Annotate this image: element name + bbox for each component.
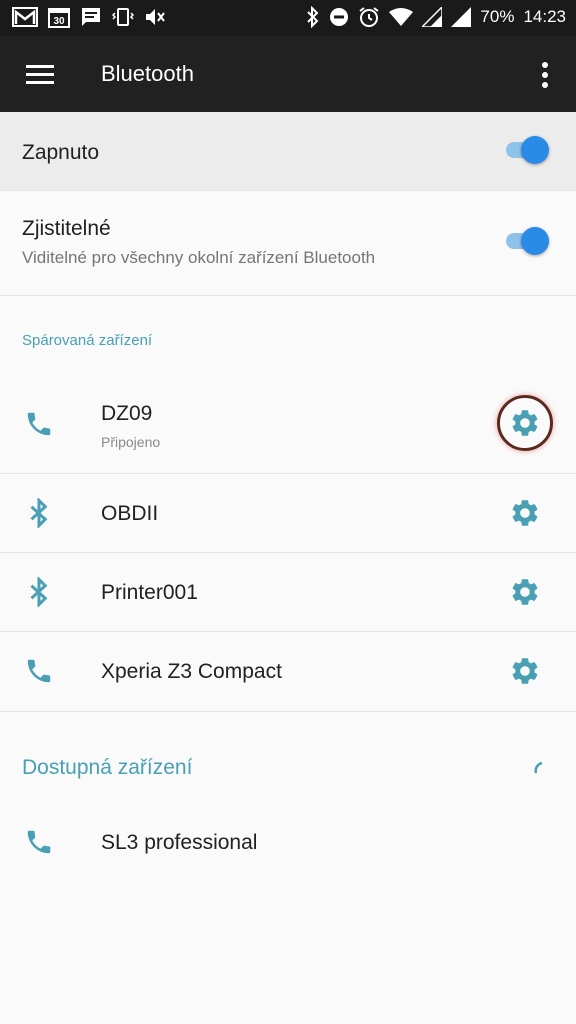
alarm-icon	[359, 7, 380, 27]
paired-device-row[interactable]: OBDII	[0, 474, 576, 552]
scanning-spinner-icon	[534, 761, 543, 774]
discoverable-toggle[interactable]	[504, 225, 552, 255]
device-name: DZ09	[101, 402, 153, 425]
clock-time: 14:23	[523, 7, 566, 26]
toggle-thumb	[521, 136, 549, 164]
available-devices-header: Dostupná zařízení	[22, 756, 193, 779]
device-name: SL3 professional	[101, 831, 258, 854]
mute-icon	[146, 9, 165, 25]
phone-icon	[27, 412, 51, 436]
bluetooth-icon	[30, 577, 48, 607]
status-bar: 30 70% 14:23	[0, 0, 576, 36]
more-options-icon[interactable]	[530, 60, 560, 90]
gmail-icon	[12, 7, 38, 27]
device-status: Připojeno	[101, 434, 161, 450]
paired-device-row[interactable]: Printer001	[0, 553, 576, 631]
phone-icon	[27, 830, 51, 854]
divider	[0, 711, 576, 712]
device-name: Printer001	[101, 581, 198, 604]
bluetooth-enabled-label: Zapnuto	[22, 141, 100, 164]
signal-icon	[422, 7, 443, 27]
device-name: Xperia Z3 Compact	[101, 660, 282, 683]
paired-devices-header: Spárovaná zařízení	[22, 332, 153, 349]
vibrate-icon	[112, 8, 134, 26]
discoverable-row[interactable]: Zjistitelné Viditelné pro všechny okolní…	[0, 191, 576, 295]
battery-percent: 70%	[480, 7, 515, 26]
available-device-row[interactable]: SL3 professional	[0, 803, 576, 881]
device-name: OBDII	[101, 502, 159, 525]
toggle-thumb	[521, 227, 549, 255]
menu-icon[interactable]	[26, 62, 54, 86]
bluetooth-icon	[30, 498, 48, 528]
bluetooth-enabled-toggle[interactable]	[504, 134, 552, 164]
paired-device-row[interactable]: Xperia Z3 Compact	[0, 632, 576, 711]
discoverable-description: Viditelné pro všechny okolní zařízení Bl…	[22, 248, 376, 267]
dnd-icon	[330, 8, 349, 26]
message-icon	[82, 8, 100, 26]
gear-icon[interactable]	[509, 407, 541, 439]
app-bar: Bluetooth	[0, 36, 576, 112]
calendar-icon: 30	[48, 8, 70, 28]
phone-icon	[27, 659, 51, 683]
gear-icon[interactable]	[509, 576, 541, 608]
gear-icon[interactable]	[509, 497, 541, 529]
bluetooth-icon	[307, 6, 319, 28]
page-title: Bluetooth	[101, 61, 194, 86]
discoverable-label: Zjistitelné	[22, 217, 111, 240]
divider	[0, 295, 576, 296]
wifi-icon	[389, 8, 414, 26]
calendar-day: 30	[53, 16, 65, 27]
gear-icon[interactable]	[509, 655, 541, 687]
paired-device-row[interactable]: DZ09 Připojeno	[0, 375, 576, 473]
bluetooth-enabled-row[interactable]: Zapnuto	[0, 112, 576, 190]
signal-icon	[451, 7, 472, 27]
